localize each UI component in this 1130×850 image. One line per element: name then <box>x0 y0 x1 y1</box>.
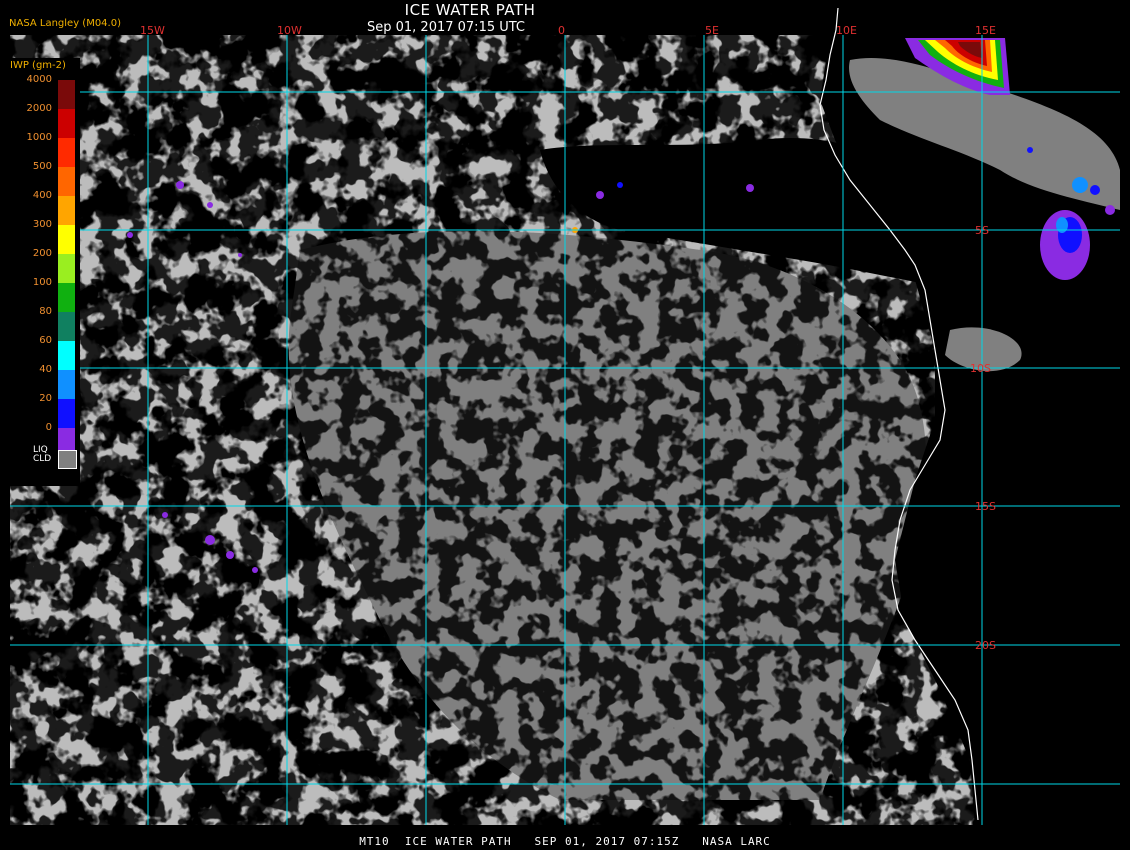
legend-swatch <box>58 341 75 370</box>
lat-label: 5S <box>975 224 989 237</box>
legend-tick-label: 1000 <box>26 132 52 143</box>
footer-caption: MT10 ICE WATER PATH SEP 01, 2017 07:15Z … <box>359 835 771 848</box>
legend-tick-label: 80 <box>39 306 52 317</box>
lat-label: 20S <box>975 639 996 652</box>
legend-tick-label: 0 <box>45 422 52 433</box>
satellite-map: 15W 10W 0 5E 10E 15E 5S 10S 15S 20S <box>0 7 1130 850</box>
map-right-edge <box>1120 35 1130 850</box>
legend-tick-label: 60 <box>39 335 52 346</box>
map-title: ICE WATER PATH <box>404 1 536 19</box>
legend-tick-label: 2000 <box>26 103 52 114</box>
liquid-cloud-label: LIQ CLD <box>33 446 53 464</box>
legend-tick-label: 40 <box>39 364 52 375</box>
legend-title: IWP (gm-2) <box>10 60 66 71</box>
legend-swatch <box>58 196 75 225</box>
legend-swatch <box>58 283 75 312</box>
legend-swatch <box>58 167 75 196</box>
legend-tick-label: 500 <box>32 161 52 172</box>
legend-swatch <box>58 225 75 254</box>
legend-swatch <box>58 138 75 167</box>
legend-tick-label: 300 <box>32 219 52 230</box>
legend-swatch <box>58 399 75 428</box>
legend-tick-label: 4000 <box>26 74 52 85</box>
legend-tick-label: 100 <box>32 277 52 288</box>
lat-label: 15S <box>975 500 996 513</box>
color-legend: IWP (gm-2) 4000 2000 1000 500 400 300 200 100 80… <box>2 58 80 486</box>
legend-swatch <box>58 254 75 283</box>
lon-label: 15E <box>975 24 996 37</box>
liquid-cloud-swatch <box>58 450 77 469</box>
agency-label: NASA Langley (M04.0) <box>9 18 121 29</box>
legend-swatch <box>58 312 75 341</box>
legend-swatch <box>58 370 75 399</box>
liquid-label-line2: CLD <box>33 454 52 464</box>
legend-tick-label: 400 <box>32 190 52 201</box>
legend-swatch <box>58 80 75 109</box>
legend-tick-label: 200 <box>32 248 52 259</box>
map-datetime: Sep 01, 2017 07:15 UTC <box>366 20 526 35</box>
lat-label: 10S <box>970 362 991 375</box>
legend-tick-label: 20 <box>39 393 52 404</box>
legend-swatch <box>58 109 75 138</box>
